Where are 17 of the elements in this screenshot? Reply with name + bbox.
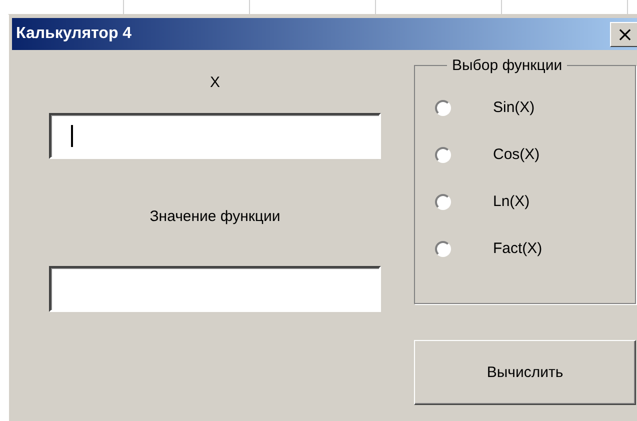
option-label[interactable]: Sin(X) — [493, 99, 535, 116]
radio-button[interactable] — [435, 100, 451, 116]
result-field[interactable] — [49, 266, 381, 312]
result-label: Значение функции — [150, 208, 280, 225]
option-label[interactable]: Ln(X) — [493, 193, 530, 210]
option-label[interactable]: Fact(X) — [493, 240, 542, 257]
radio-button[interactable] — [435, 194, 451, 210]
close-button[interactable]: × — [610, 22, 637, 46]
calculate-button[interactable]: Вычислить — [414, 340, 636, 405]
option-label[interactable]: Cos(X) — [493, 146, 540, 163]
input-field[interactable] — [49, 113, 381, 159]
radio-button[interactable] — [435, 146, 451, 162]
window-title: Калькулятор 4 — [16, 25, 132, 43]
group-title: Выбор функции — [451, 57, 564, 74]
x-label: X — [210, 74, 220, 91]
radio-button[interactable] — [435, 240, 451, 256]
text-cursor — [71, 125, 73, 147]
